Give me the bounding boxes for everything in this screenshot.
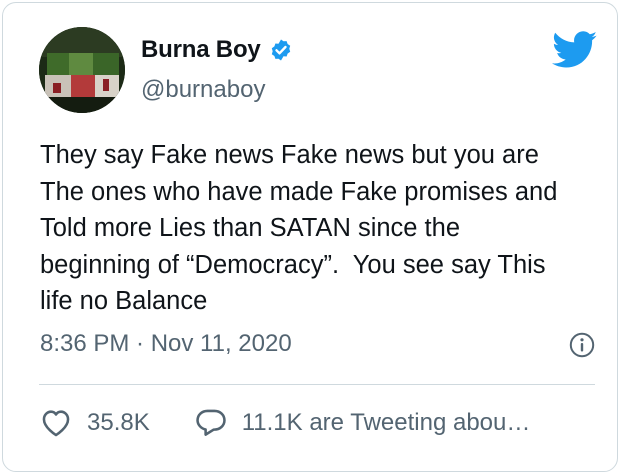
avatar[interactable]	[39, 27, 125, 113]
display-name[interactable]: Burna Boy	[141, 36, 261, 64]
divider	[39, 384, 595, 385]
verified-badge-icon	[269, 38, 293, 62]
heart-icon	[39, 406, 73, 440]
avatar-image	[39, 27, 125, 113]
info-icon[interactable]	[569, 332, 595, 358]
engagement-bar: 35.8K 11.1K are Tweeting abou…	[39, 405, 530, 441]
tweet-text: They say Fake news Fake news but you are…	[40, 141, 558, 315]
like-button[interactable]: 35.8K	[39, 406, 150, 440]
twitter-bird-icon[interactable]	[552, 31, 598, 69]
tweeting-about-button[interactable]: 11.1K are Tweeting abou…	[194, 406, 531, 440]
like-count: 35.8K	[87, 409, 150, 436]
speech-bubble-icon	[194, 406, 228, 440]
tweet-card[interactable]: Burna Boy @burnaboy They say Fake news F…	[2, 2, 618, 472]
timestamp[interactable]: 8:36 PM · Nov 11, 2020	[40, 330, 292, 358]
user-handle[interactable]: @burnaboy	[141, 76, 265, 104]
tweeting-about-label: 11.1K are Tweeting abou…	[241, 409, 531, 436]
